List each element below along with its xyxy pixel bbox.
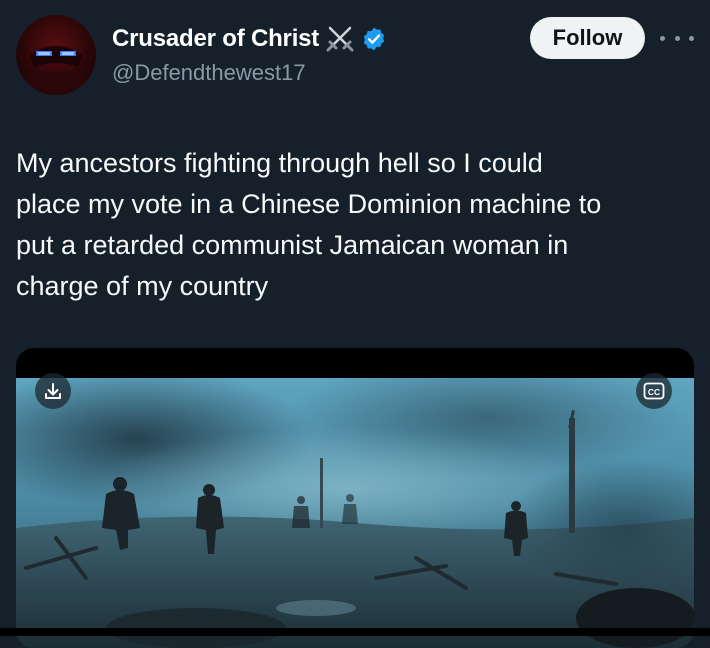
crossed-swords-icon: [325, 24, 355, 54]
more-dot: [689, 35, 694, 41]
follow-button[interactable]: Follow: [530, 17, 645, 59]
tweet-text: My ancestors fighting through hell so I …: [16, 148, 602, 301]
tweet-header: Crusader of Christ @Defendthewest17 Foll…: [0, 0, 710, 110]
more-dot: [674, 35, 680, 41]
download-icon: [45, 383, 61, 399]
media-video[interactable]: CC: [16, 348, 694, 648]
more-icon[interactable]: [660, 28, 694, 48]
download-button[interactable]: [35, 373, 71, 409]
closed-captions-icon: CC: [643, 382, 665, 400]
avatar[interactable]: [16, 15, 96, 95]
captions-button[interactable]: CC: [636, 373, 672, 409]
battlefield-video-frame: [16, 378, 694, 648]
verified-badge-icon: [361, 26, 387, 52]
user-handle[interactable]: @Defendthewest17: [112, 60, 306, 86]
captions-label: CC: [648, 387, 660, 397]
name-row: Crusader of Christ: [112, 22, 387, 56]
more-dot: [660, 35, 665, 41]
display-name[interactable]: Crusader of Christ: [112, 25, 319, 53]
bottom-edge: [0, 628, 710, 636]
